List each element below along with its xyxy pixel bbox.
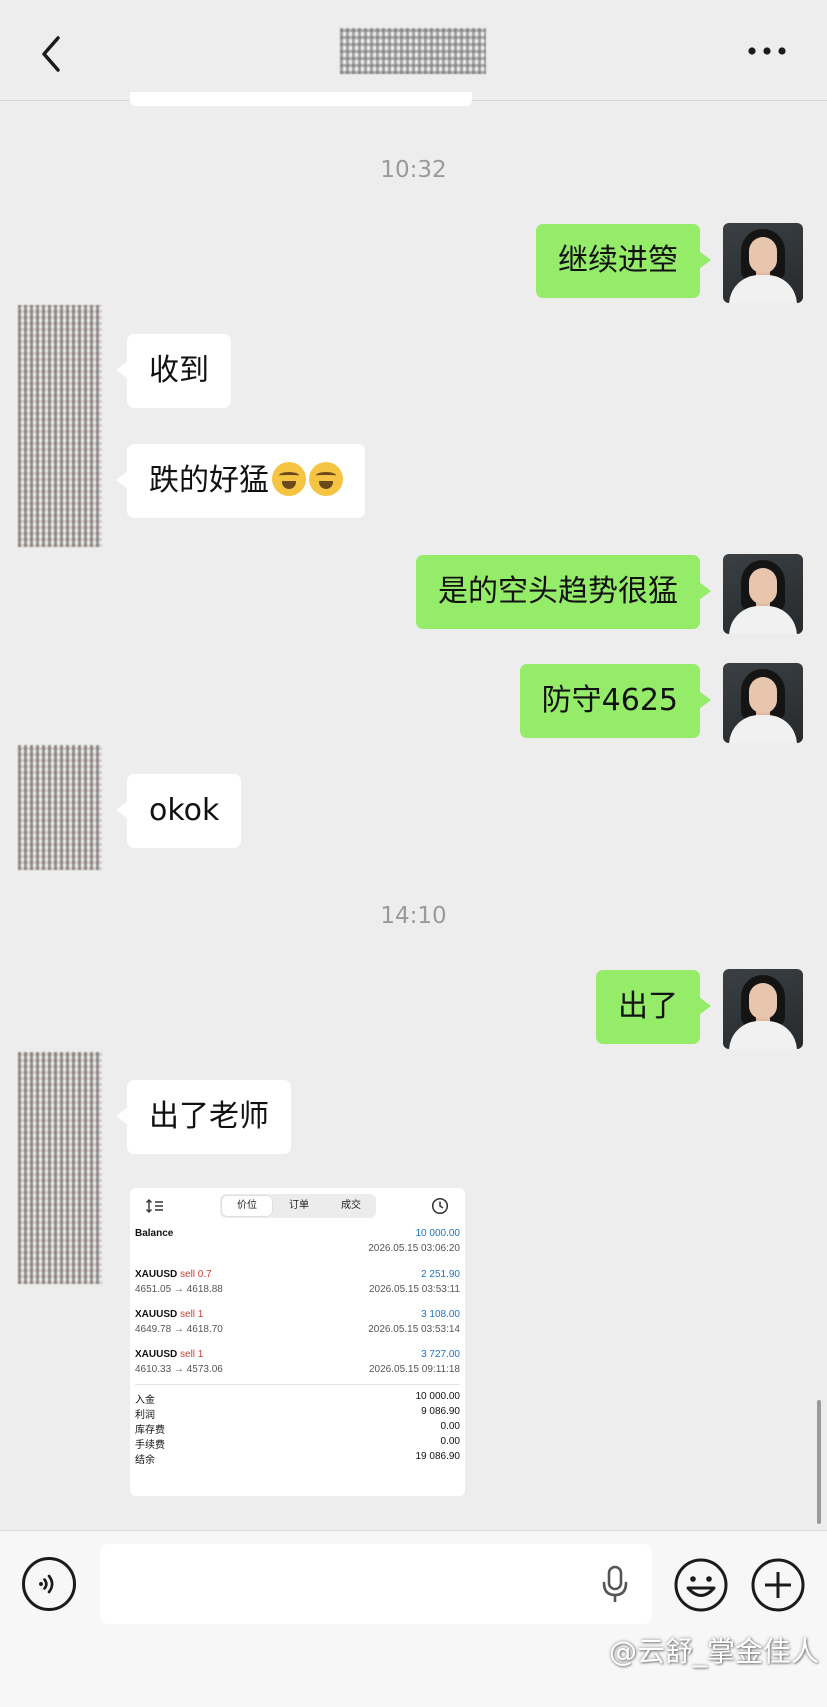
message-bubble-outgoing[interactable]: 出了 [596, 970, 711, 1044]
message-bubble-outgoing[interactable]: 防守4625 [519, 664, 712, 738]
balance-label: Balance [135, 1228, 174, 1239]
summary-value: 0.00 [440, 1421, 460, 1432]
trade-history-screenshot[interactable]: 价位 订单 成交 Balance 10 000.00 2026.05.15 03… [130, 1188, 465, 1496]
avatar-self[interactable] [723, 969, 803, 1049]
deal-time: 2026.05.15 03:53:14 [368, 1324, 460, 1335]
avatar-self[interactable] [723, 223, 803, 303]
clock-icon [431, 1197, 449, 1215]
facepalm-laugh-emoji-icon [272, 461, 306, 496]
message-bubble-outgoing[interactable]: 继续进箜 [536, 224, 711, 298]
balance-time: 2026.05.15 03:06:20 [368, 1243, 460, 1254]
microphone-icon[interactable] [598, 1564, 632, 1604]
deal-prices: 4651.05 → 4618.88 [135, 1284, 223, 1295]
avatar-self[interactable] [723, 554, 803, 634]
deal-prices: 4610.33 → 4573.06 [135, 1364, 223, 1375]
chat-scrollbar[interactable] [817, 1400, 821, 1524]
message-text: 跌的好猛 [149, 463, 269, 498]
tab-orders: 订单 [289, 1200, 309, 1211]
deal-profit: 3 108.00 [421, 1309, 460, 1320]
facepalm-laugh-emoji-icon [309, 461, 343, 496]
voice-icon[interactable] [22, 1557, 76, 1611]
deal-side: sell 1 [180, 1309, 204, 1320]
summary-label: 入金 [135, 1395, 155, 1406]
deal-time: 2026.05.15 09:11:18 [368, 1364, 460, 1375]
deal-profit: 3 727.00 [421, 1349, 460, 1360]
smiley-icon[interactable] [673, 1557, 729, 1613]
avatar-contact[interactable] [18, 745, 102, 870]
message-bubble-incoming[interactable]: 收到 [116, 334, 231, 408]
avatar-self[interactable] [723, 663, 803, 743]
message-bubble-incoming[interactable]: 跌的好猛 [116, 444, 365, 518]
tab-deals: 成交 [341, 1200, 361, 1211]
deal-time: 2026.05.15 03:53:11 [368, 1284, 460, 1295]
deal-side: sell 0.7 [180, 1269, 212, 1280]
deal-prices: 4649.78 → 4618.70 [135, 1324, 223, 1335]
message-bubble-outgoing[interactable]: 是的空头趋势很猛 [416, 555, 711, 629]
summary-label: 手续费 [135, 1440, 165, 1451]
avatar-contact[interactable] [18, 1052, 102, 1284]
avatar-contact[interactable] [18, 305, 102, 547]
timestamp: 10:32 [380, 157, 447, 183]
deal-side: sell 1 [180, 1349, 204, 1360]
summary-label: 库存费 [135, 1425, 165, 1436]
chat-title-blurred [340, 28, 486, 74]
message-bubble-incoming[interactable]: okok [115, 774, 242, 848]
previous-message-edge [130, 92, 472, 106]
summary-value: 10 000.00 [415, 1391, 461, 1402]
watermark: @云舒_掌金佳人 [608, 1635, 819, 1668]
message-bubble-incoming[interactable]: 出了老师 [116, 1080, 291, 1154]
summary-value: 19 086.90 [415, 1451, 461, 1462]
summary-label: 结余 [135, 1455, 155, 1466]
deal-symbol: XAUUSD [135, 1309, 178, 1320]
summary-label: 利润 [135, 1410, 155, 1421]
summary-value: 0.00 [440, 1436, 460, 1447]
message-input[interactable] [100, 1544, 652, 1624]
ellipsis-icon[interactable] [745, 44, 789, 58]
tab-positions: 价位 [222, 1196, 272, 1216]
deal-symbol: XAUUSD [135, 1269, 178, 1280]
deal-profit: 2 251.90 [421, 1269, 460, 1280]
tab-segmented-control: 价位 订单 成交 [220, 1194, 376, 1218]
chevron-left-icon[interactable] [36, 34, 70, 74]
timestamp: 14:10 [380, 903, 447, 929]
plus-icon[interactable] [750, 1557, 806, 1613]
summary-value: 9 086.90 [421, 1406, 460, 1417]
balance-amount: 10 000.00 [415, 1228, 461, 1239]
deal-symbol: XAUUSD [135, 1349, 178, 1360]
divider [135, 1384, 460, 1385]
sort-icon [146, 1199, 163, 1213]
